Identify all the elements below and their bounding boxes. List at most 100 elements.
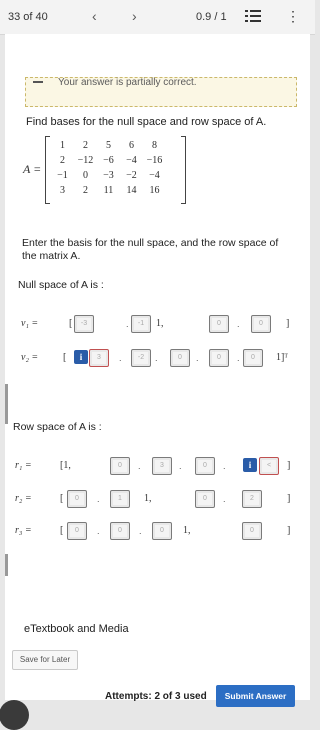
chevron-left-icon[interactable]: ‹ [92,8,97,24]
matrix-cell: 2 [60,155,65,166]
matrix-cell: −6 [103,155,114,166]
v1-close: ] [286,318,290,329]
separator: . [155,353,158,363]
chat-icon[interactable] [0,700,29,730]
submit-answer-button[interactable]: Submit Answer [216,685,295,707]
v2-input-1[interactable]: 3 [89,349,109,367]
null-space-label: Null space of A is : [18,279,104,291]
row-space-label: Row space of A is : [13,421,102,433]
matrix-cell: 14 [126,185,137,196]
matrix-cell: 5 [106,140,111,151]
r1-close: ] [287,460,291,471]
attempts-text: Attempts: 2 of 3 used [105,691,207,702]
info-icon[interactable]: i [243,458,257,472]
score: 0.9 / 1 [196,11,227,23]
divider [5,384,8,424]
r3-close: ] [287,525,291,536]
chevron-right-icon[interactable]: › [132,8,137,24]
matrix-cell: 8 [152,140,157,151]
matrix-cell: −1 [57,170,68,181]
r1-input-3[interactable]: 0 [195,457,215,475]
r2-input-2[interactable]: 1 [110,490,130,508]
r2-input-1[interactable]: 0 [67,490,87,508]
r3-open: [ [60,525,64,536]
instructions: Enter the basis for the null space, and … [22,237,279,262]
r1-open: [1, [60,460,71,471]
separator: . [196,353,199,363]
v2-input-5[interactable]: 0 [243,349,263,367]
more-vertical-icon[interactable]: ⋮ [286,8,300,25]
separator: . [138,461,141,471]
v1-label: v₁ = [21,318,39,329]
matrix-cell: −12 [77,155,94,166]
v1-input-1[interactable]: -3 [74,315,94,333]
matrix-cell: 3 [60,185,65,196]
r2-input-3[interactable]: 0 [195,490,215,508]
matrix-label: A = [23,162,42,176]
matrix-cell: 6 [129,140,134,151]
r2-label: r₂ = [15,493,32,504]
v1-input-3[interactable]: 0 [209,315,229,333]
separator: . [119,353,122,363]
matrix-cell: 11 [103,185,114,196]
separator: . [97,526,100,536]
r2-open: [ [60,493,64,504]
separator: . [223,461,226,471]
matrix-cell: 2 [83,140,88,151]
save-for-later-button[interactable]: Save for Later [12,650,78,670]
separator: . [97,494,100,504]
r3-static: 1, [183,525,191,536]
r2-input-4[interactable]: 2 [242,490,262,508]
v2-open: [ [63,352,67,363]
etextbook-link[interactable]: eTextbook and Media [24,623,129,635]
divider [5,554,8,576]
r3-input-3[interactable]: 0 [152,522,172,540]
r2-close: ] [287,493,291,504]
matrix-cell: 16 [149,185,160,196]
r3-input-4[interactable]: 0 [242,522,262,540]
r1-input-4[interactable]: < [259,457,279,475]
separator: . [139,526,142,536]
r1-label: r₁ = [15,460,32,471]
r2-static: 1, [144,493,152,504]
separator: . [237,353,240,363]
r3-input-1[interactable]: 0 [67,522,87,540]
matrix: 1 2 5 6 8 2 −12 −6 −4 −16 −1 0 −3 −2 −4 … [51,138,166,198]
separator: . [179,461,182,471]
v1-static: 1, [156,318,164,329]
matrix-cell: −4 [126,155,137,166]
matrix-bracket-right [181,136,186,204]
v1-input-4[interactable]: 0 [251,315,271,333]
top-bar: 33 of 40 ‹ › 0.9 / 1 ⋮ [0,0,315,35]
v2-input-3[interactable]: 0 [170,349,190,367]
matrix-cell: 1 [60,140,65,151]
v2-close: 1]ᵀ [276,352,288,363]
r1-input-2[interactable]: 3 [152,457,172,475]
v2-input-4[interactable]: 0 [209,349,229,367]
v1-input-2[interactable]: -1 [131,315,151,333]
info-icon[interactable]: i [74,350,88,364]
matrix-cell: 0 [83,170,88,181]
question-counter: 33 of 40 [8,11,48,23]
dash-icon [33,81,43,83]
v2-label: v₂ = [21,352,39,363]
matrix-cell: −3 [103,170,114,181]
r1-input-1[interactable]: 0 [110,457,130,475]
question-page: Your answer is partially correct. Find b… [0,34,310,730]
v2-input-2[interactable]: -2 [131,349,151,367]
v1-open: [ [69,318,73,329]
separator: . [126,319,129,329]
question-text: Find bases for the null space and row sp… [26,116,267,128]
r3-input-2[interactable]: 0 [110,522,130,540]
separator: . [223,494,226,504]
feedback-banner: Your answer is partially correct. [25,77,297,107]
matrix-cell: −4 [149,170,160,181]
matrix-cell: −16 [146,155,163,166]
separator: . [237,319,240,329]
feedback-text: Your answer is partially correct. [58,77,197,88]
list-icon[interactable] [245,10,261,23]
matrix-cell: 2 [83,185,88,196]
r3-label: r₃ = [15,525,32,536]
matrix-bracket-left [45,136,50,204]
matrix-cell: −2 [126,170,137,181]
